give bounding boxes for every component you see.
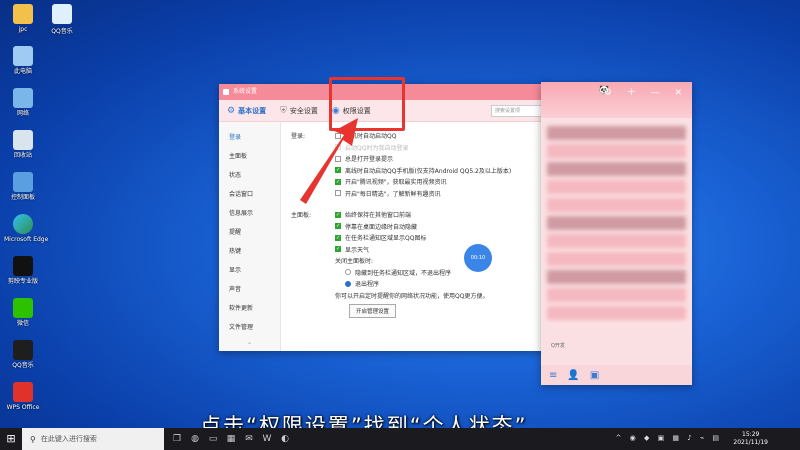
- taskbar-clock[interactable]: 15:29 2021/11/19: [733, 431, 768, 447]
- system-tray-icons[interactable]: ^ ◉ ◆ ▣ ▦ ♪ ⌁ ▤: [616, 434, 722, 442]
- edge-taskbar-icon[interactable]: ◍: [186, 434, 204, 444]
- arrow-shape: [300, 118, 358, 204]
- taskbar-apps: ❐ ◍ ▭ ▦ ✉ W ◐: [168, 434, 294, 444]
- wps-taskbar-icon[interactable]: W: [258, 434, 276, 444]
- search-icon: ⚲: [30, 434, 36, 444]
- task-view-icon[interactable]: ❐: [168, 434, 186, 444]
- pointer-arrow: [300, 118, 358, 204]
- mail-icon[interactable]: ✉: [240, 434, 258, 444]
- windows-start-icon[interactable]: ⊞: [0, 428, 22, 450]
- taskbar: ⊞ ⚲ 在此键入进行搜索 ❐ ◍ ▭ ▦ ✉ W ◐ ^ ◉ ◆ ▣ ▦ ♪ ⌁…: [0, 428, 800, 450]
- file-explorer-icon[interactable]: ▭: [204, 434, 222, 444]
- qq-taskbar-icon[interactable]: ◐: [276, 434, 294, 444]
- taskbar-search-input[interactable]: ⚲ 在此键入进行搜索: [22, 428, 164, 450]
- store-icon[interactable]: ▦: [222, 434, 240, 444]
